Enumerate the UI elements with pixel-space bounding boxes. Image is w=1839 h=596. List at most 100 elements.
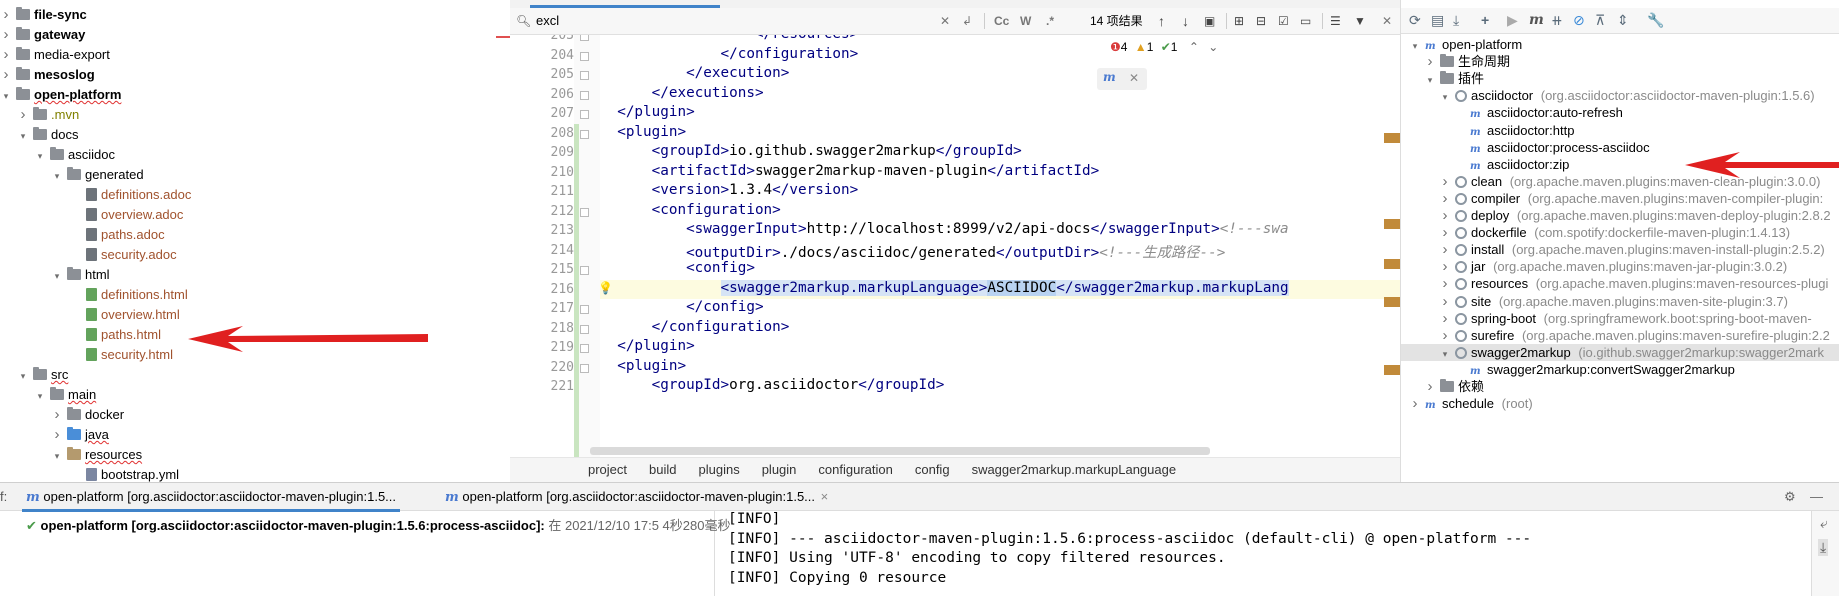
maven-tree-item[interactable]: › resources (org.apache.maven.plugins:mav… xyxy=(1401,275,1839,292)
chevron-down-icon[interactable]: ⌄ xyxy=(1208,40,1218,54)
tree-folder-item[interactable]: ▾ html xyxy=(51,265,110,285)
tree-file-item[interactable]: paths.html xyxy=(68,325,161,345)
maven-tree-item[interactable]: › dockerfile (com.spotify:dockerfile-mave… xyxy=(1401,224,1839,241)
fold-marker-icon[interactable] xyxy=(580,207,589,217)
code-line[interactable]: <swaggerInput>http://localhost:8999/v2/a… xyxy=(600,221,1289,237)
soft-wrap-icon[interactable]: ⤶ xyxy=(1820,515,1828,532)
add-icon[interactable]: + xyxy=(1481,12,1489,28)
breadcrumb-item[interactable]: config xyxy=(915,462,950,477)
maven-tree-item[interactable]: ▾ swagger2markup (io.github.swagger2marku… xyxy=(1401,343,1839,361)
editor-tab-strip[interactable] xyxy=(510,0,1400,8)
chevron-right-icon[interactable]: › xyxy=(0,45,12,65)
fold-marker-icon[interactable] xyxy=(580,71,589,80)
run-tab-1[interactable]: m open-platform [org.asciidoctor:asciido… xyxy=(21,489,401,512)
tree-folder-item[interactable]: › mesoslog xyxy=(0,65,95,85)
fold-marker-icon[interactable] xyxy=(580,110,589,119)
fold-marker-icon[interactable] xyxy=(580,324,589,334)
maven-tree-item[interactable]: ▾ asciidoctor (org.asciidoctor:asciidocto… xyxy=(1401,87,1839,104)
chevron-right-icon[interactable]: › xyxy=(1439,310,1451,327)
scroll-to-end-icon[interactable]: ⤓ xyxy=(1818,539,1829,556)
fold-marker-icon[interactable] xyxy=(580,90,589,100)
maven-tree-item[interactable]: m asciidoctor:auto-refresh xyxy=(1401,104,1839,121)
tree-folder-item[interactable]: ▾ src xyxy=(17,365,68,385)
next-occurrence-icon[interactable]: ↓ xyxy=(1182,12,1189,30)
breadcrumb-item[interactable]: project xyxy=(588,462,627,477)
maven-tree-item[interactable]: › install (org.apache.maven.plugins:maven… xyxy=(1401,241,1839,258)
code-line[interactable]: </configuration> xyxy=(600,46,859,62)
fold-marker-icon[interactable] xyxy=(580,305,589,314)
code-line[interactable]: </execution> xyxy=(600,65,789,81)
code-line[interactable]: </configuration> xyxy=(600,319,790,335)
gear-icon[interactable]: ⚙ xyxy=(1784,489,1796,505)
tree-folder-item[interactable]: › docker xyxy=(51,405,125,425)
tree-file-item[interactable]: bootstrap.yml xyxy=(68,465,179,482)
chevron-right-icon[interactable]: › xyxy=(1439,207,1451,224)
code-editor[interactable]: 203 </resources>204 </configuration>205 … xyxy=(510,35,1400,457)
horizontal-scrollbar[interactable] xyxy=(590,447,1210,455)
inspection-widget[interactable]: ❶4 ▲1 ✔1 ⌃ ⌄ xyxy=(1110,40,1218,54)
clear-search-icon[interactable]: ✕ xyxy=(940,12,950,30)
code-line[interactable]: </executions> xyxy=(600,85,764,101)
collapse-all-icon[interactable]: ⇕ xyxy=(1617,12,1629,29)
breadcrumb-item[interactable]: configuration xyxy=(818,462,892,477)
settings-wrench-icon[interactable]: 🔧 xyxy=(1647,12,1664,29)
code-line[interactable]: <version>1.3.4</version> xyxy=(600,182,859,198)
tree-folder-item[interactable]: › java xyxy=(51,425,109,445)
search-history-icon[interactable]: ↲ xyxy=(962,12,972,30)
chevron-down-icon[interactable]: ▾ xyxy=(51,446,63,466)
chevron-down-icon[interactable]: ▾ xyxy=(17,366,29,386)
tree-file-item[interactable]: definitions.adoc xyxy=(68,185,191,205)
breadcrumb-item[interactable]: plugins xyxy=(699,462,740,477)
close-search-icon[interactable]: ✕ xyxy=(1382,12,1392,30)
select-occurrences-icon[interactable]: ☑ xyxy=(1278,12,1289,30)
remove-occurrence-icon[interactable]: ⊟ xyxy=(1256,12,1266,30)
code-line[interactable]: </plugin> xyxy=(600,104,694,120)
maven-tree-item[interactable]: › surefire (org.apache.maven.plugins:mave… xyxy=(1401,327,1839,344)
select-all-occurrences-icon[interactable]: ▣ xyxy=(1204,12,1215,30)
execute-goal-icon[interactable]: m xyxy=(1529,12,1544,28)
breadcrumb-item[interactable]: build xyxy=(649,462,676,477)
run-icon[interactable]: ▶ xyxy=(1507,12,1518,29)
chevron-right-icon[interactable]: › xyxy=(51,425,63,445)
chevron-down-icon[interactable]: ▾ xyxy=(34,386,46,406)
generate-sources-icon[interactable]: ▤ xyxy=(1431,12,1444,29)
tree-folder-item[interactable]: ▾ open-platform xyxy=(0,85,121,105)
fold-marker-icon[interactable] xyxy=(580,266,589,275)
tree-file-item[interactable]: overview.adoc xyxy=(68,205,183,225)
chevron-down-icon[interactable]: ▾ xyxy=(17,126,29,146)
code-line[interactable]: <swagger2markup.markupLanguage>ASCIIDOC<… xyxy=(600,279,1289,296)
breadcrumb-item[interactable]: swagger2markup.markupLanguage xyxy=(972,462,1177,477)
chevron-right-icon[interactable]: › xyxy=(0,25,12,45)
minimize-icon[interactable]: — xyxy=(1810,489,1823,504)
tree-folder-item[interactable]: ▾ main xyxy=(34,385,96,405)
add-occurrence-icon[interactable]: ⊞ xyxy=(1234,12,1244,30)
tree-folder-item[interactable]: › gateway xyxy=(0,25,86,45)
code-line[interactable]: <outputDir>./docs/asciidoc/generated</ou… xyxy=(600,241,1225,262)
maven-tree-item[interactable]: › compiler (org.apache.maven.plugins:mave… xyxy=(1401,190,1839,207)
code-line[interactable]: </config> xyxy=(600,299,763,315)
match-case-button[interactable]: Cc xyxy=(994,12,1009,30)
chevron-right-icon[interactable]: › xyxy=(1439,173,1451,190)
chevron-right-icon[interactable]: › xyxy=(1439,275,1451,292)
toggle-offline-icon[interactable]: ⧺ xyxy=(1551,12,1563,29)
close-tab-icon[interactable]: × xyxy=(821,489,829,504)
code-line[interactable]: <plugin> xyxy=(600,124,686,140)
tree-folder-item[interactable]: › file-sync xyxy=(0,5,87,25)
fold-marker-icon[interactable] xyxy=(580,363,589,373)
fold-marker-icon[interactable] xyxy=(580,344,589,353)
maven-tree-item[interactable]: m asciidoctor:http xyxy=(1401,122,1839,139)
tree-folder-item[interactable]: ▾ resources xyxy=(51,445,142,465)
chevron-down-icon[interactable]: ▾ xyxy=(34,146,46,166)
code-line[interactable]: <config> xyxy=(600,260,755,276)
maven-tree-item[interactable]: ▾ 插件 xyxy=(1401,70,1839,87)
run-result-row[interactable]: ✔ open-platform [org.asciidoctor:asciido… xyxy=(26,515,730,534)
maven-tree-item[interactable]: ▾ m open-platform xyxy=(1401,36,1839,53)
tree-file-item[interactable]: security.adoc xyxy=(68,245,177,265)
maven-tree-item[interactable]: › jar (org.apache.maven.plugins:maven-jar… xyxy=(1401,258,1839,275)
code-line[interactable]: </resources> xyxy=(600,35,858,42)
search-input[interactable]: excl xyxy=(536,13,559,28)
previous-occurrence-icon[interactable]: ↑ xyxy=(1158,12,1165,30)
chevron-right-icon[interactable]: › xyxy=(1409,395,1421,412)
chevron-right-icon[interactable]: › xyxy=(1439,190,1451,207)
tree-file-item[interactable]: security.html xyxy=(68,345,173,365)
